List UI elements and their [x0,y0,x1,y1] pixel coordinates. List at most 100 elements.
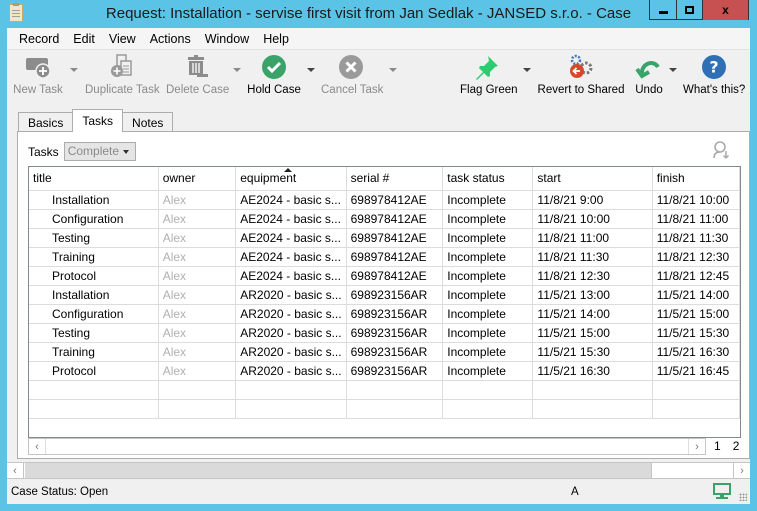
close-button[interactable]: x [702,0,748,20]
menu-actions[interactable]: Actions [143,32,198,46]
menu-view[interactable]: View [102,32,143,46]
cell-equipment: AR2020 - basic s... [235,342,347,362]
cell-start: 11/5/21 16:30 [532,361,653,381]
column-header-finish[interactable]: finish [652,167,740,191]
table-row[interactable]: Training Alex AE2024 - basic s... 698978412… [29,247,740,267]
menu-window[interactable]: Window [198,32,256,46]
cell-serial: 698978412AE [346,247,444,267]
tab-notes[interactable]: Notes [122,112,174,132]
cell-task-status: Incomplete [442,323,534,343]
table-row[interactable]: Testing Alex AR2020 - basic s... 698923156… [29,323,740,343]
tasks-filter-select[interactable]: Complete [63,142,136,161]
new-task-dropdown[interactable] [70,68,78,72]
cell-title: Testing [29,228,159,248]
empty-cell [652,399,740,419]
undo-dropdown[interactable] [669,68,677,72]
column-header-title[interactable]: title [29,167,159,191]
table-row[interactable]: Protocol Alex AR2020 - basic s... 69892315… [29,361,740,381]
menu-record[interactable]: Record [12,32,66,46]
grid-horizontal-scrollbar[interactable]: ‹ › [28,438,706,455]
scroll-left-arrow[interactable]: ‹ [29,439,46,454]
cell-task-status: Incomplete [442,361,534,381]
cell-finish: 11/5/21 15:00 [652,304,740,324]
window-horizontal-scrollbar[interactable]: ‹ › [7,462,750,479]
table-row[interactable]: Installation Alex AR2020 - basic s... 6989… [29,285,740,305]
cell-title: Training [29,247,159,267]
case-status-text: Case Status: Open [11,486,109,498]
status-indicator: A [571,486,579,498]
cell-owner: Alex [158,209,237,229]
menu-help[interactable]: Help [256,32,296,46]
cell-owner: Alex [158,323,237,343]
window-scroll-left-arrow[interactable]: ‹ [7,463,24,478]
maximize-button[interactable] [676,0,702,20]
table-row[interactable]: Protocol Alex AE2024 - basic s... 698978412… [29,266,740,286]
empty-row [29,380,740,400]
delete-case-dropdown[interactable] [233,68,241,72]
tab-tasks[interactable]: Tasks [72,109,124,132]
empty-row [29,399,740,419]
window-title: Request: Installation - servise first vi… [105,5,632,22]
menu-edit[interactable]: Edit [66,32,102,46]
resize-grip[interactable] [739,493,747,501]
table-row[interactable]: Testing Alex AE2024 - basic s... 698978412A… [29,228,740,248]
flag-green-button[interactable]: Flag Green [460,53,518,96]
table-row[interactable]: Configuration Alex AR2020 - basic s... 698… [29,304,740,324]
column-header-start[interactable]: start [532,167,653,191]
whats-this-button[interactable]: ? What's this? [683,53,745,96]
cell-title: Installation [29,285,159,305]
cell-owner: Alex [158,304,237,324]
column-header-task-status[interactable]: task status [442,167,534,191]
find-user-icon[interactable] [711,140,731,160]
empty-cell [235,399,347,419]
cell-serial: 698978412AE [346,266,444,286]
undo-button[interactable]: Undo [632,53,666,96]
cancel-task-dropdown[interactable] [389,68,397,72]
delete-case-button[interactable]: Delete Case [166,53,229,96]
tab-basics[interactable]: Basics [18,112,74,132]
cell-task-status: Incomplete [442,247,534,267]
empty-cell [532,380,653,400]
column-header-equipment[interactable]: equipment [235,167,347,191]
cell-task-status: Incomplete [442,190,534,210]
empty-cell [346,380,444,400]
flag-dropdown[interactable] [523,68,531,72]
hold-case-button[interactable]: Hold Case [247,53,301,96]
cell-title: Training [29,342,159,362]
cell-title: Testing [29,323,159,343]
checkmark-icon [247,53,301,81]
cell-serial: 698978412AE [346,228,444,248]
cell-title: Installation [29,190,159,210]
page-2-link[interactable]: 2 [733,439,740,453]
cell-equipment: AE2024 - basic s... [235,228,347,248]
cell-start: 11/5/21 15:30 [532,342,653,362]
cell-task-status: Incomplete [442,304,534,324]
cell-start: 11/5/21 15:00 [532,323,653,343]
empty-cell [29,380,159,400]
table-row[interactable]: Installation Alex AE2024 - basic s... 69897… [29,190,740,210]
cell-owner: Alex [158,228,237,248]
column-header-owner[interactable]: owner [158,167,237,191]
cell-title: Protocol [29,266,159,286]
cell-task-status: Incomplete [442,342,534,362]
cell-finish: 11/8/21 11:00 [652,209,740,229]
new-task-button[interactable]: New Task [13,53,63,96]
tasks-grid: title owner equipment serial # task stat… [28,166,741,438]
duplicate-task-button[interactable]: Duplicate Task [85,53,160,96]
revert-to-shared-button[interactable]: Revert to Shared [537,53,625,96]
title-bar: Request: Installation - servise first vi… [0,0,757,28]
hold-case-dropdown[interactable] [307,68,315,72]
computer-icon [713,483,731,503]
maximize-icon [685,6,694,14]
column-header-serial[interactable]: serial # [346,167,444,191]
cancel-task-button[interactable]: Cancel Task [321,53,383,96]
window-scroll-right-arrow[interactable]: › [733,463,750,478]
empty-cell [442,399,534,419]
table-row[interactable]: Training Alex AR2020 - basic s... 69892315… [29,342,740,362]
window-scroll-thumb[interactable] [25,463,652,478]
minimize-button[interactable] [650,0,676,20]
scroll-right-arrow[interactable]: › [688,439,705,454]
cell-serial: 698923156AR [346,361,444,381]
table-row[interactable]: Configuration Alex AE2024 - basic s... 6989… [29,209,740,229]
page-1-link[interactable]: 1 [714,439,721,453]
